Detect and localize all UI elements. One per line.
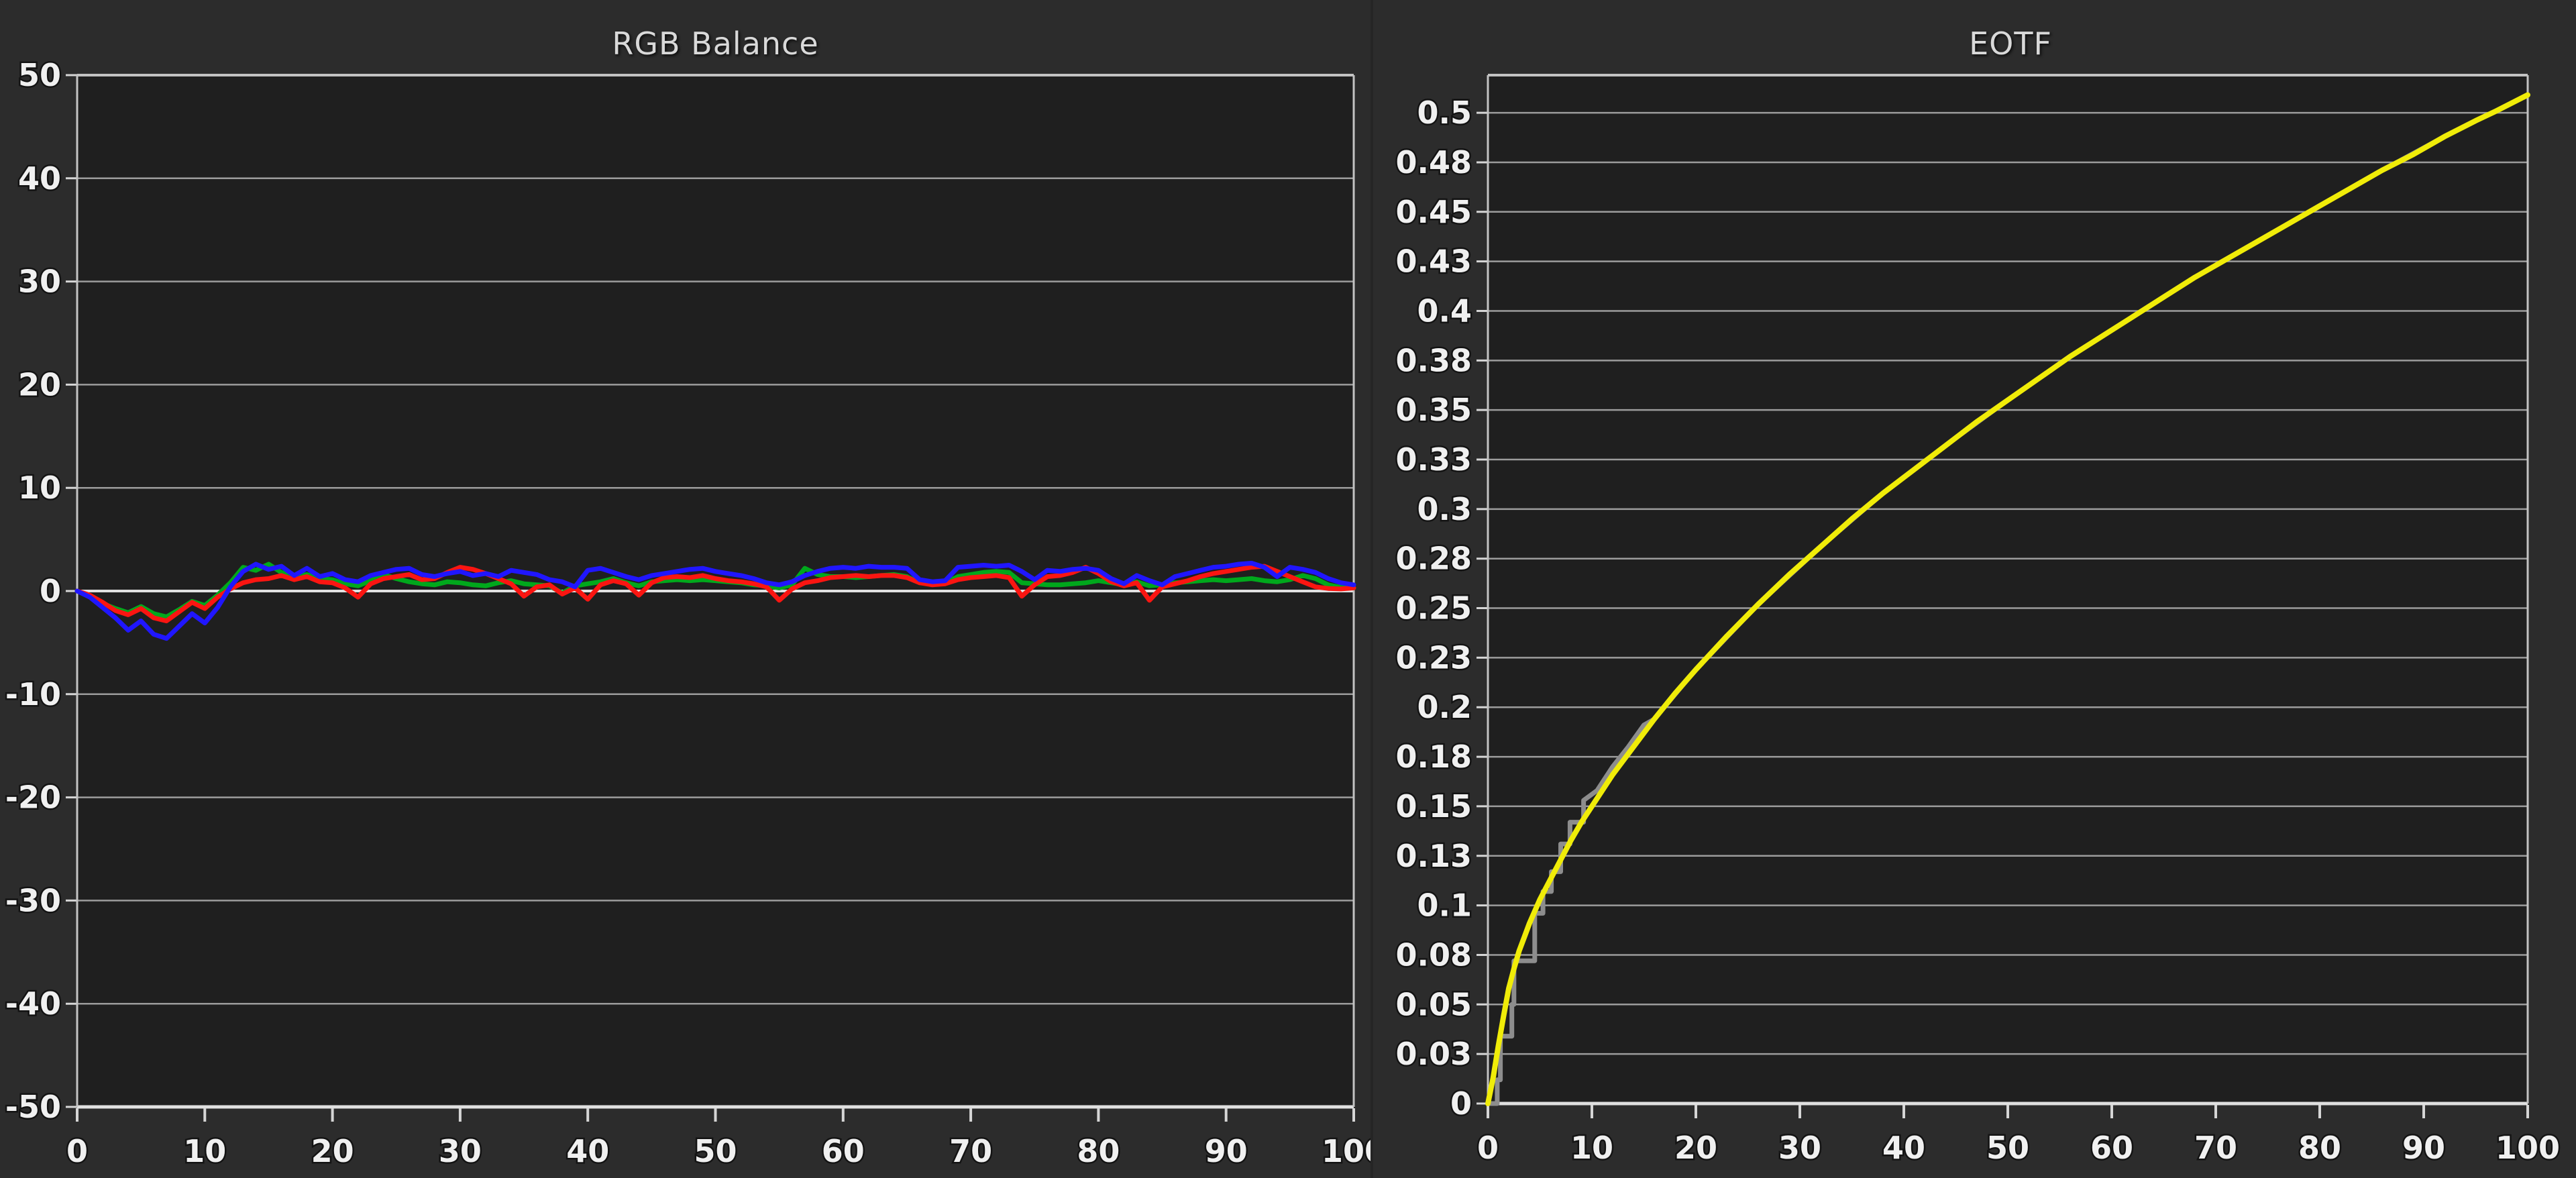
svg-text:0.08: 0.08 (1396, 936, 1472, 973)
svg-text:60: 60 (2090, 1130, 2133, 1166)
svg-text:30: 30 (439, 1133, 482, 1169)
svg-text:0.13: 0.13 (1396, 838, 1472, 874)
svg-text:20: 20 (1674, 1130, 1717, 1166)
svg-text:0: 0 (66, 1133, 88, 1169)
svg-text:50: 50 (18, 57, 61, 93)
svg-text:0.28: 0.28 (1396, 541, 1472, 577)
svg-text:0.03: 0.03 (1396, 1036, 1472, 1072)
svg-text:0: 0 (1477, 1130, 1499, 1166)
svg-text:0.05: 0.05 (1396, 986, 1472, 1022)
svg-text:80: 80 (2298, 1130, 2341, 1166)
svg-text:0.15: 0.15 (1396, 788, 1472, 824)
svg-text:20: 20 (311, 1133, 354, 1169)
svg-text:50: 50 (1986, 1130, 2029, 1166)
svg-text:0.1: 0.1 (1417, 888, 1472, 924)
svg-text:-20: -20 (5, 780, 61, 816)
svg-text:90: 90 (2402, 1130, 2445, 1166)
svg-text:70: 70 (2194, 1130, 2237, 1166)
svg-text:90: 90 (1205, 1133, 1248, 1169)
svg-text:70: 70 (949, 1133, 992, 1169)
svg-text:0.2: 0.2 (1417, 689, 1472, 725)
svg-text:80: 80 (1077, 1133, 1120, 1169)
svg-text:10: 10 (18, 470, 61, 506)
svg-text:0.25: 0.25 (1396, 590, 1472, 627)
rgb-balance-panel: RGB Balance 50403020100-10-20-30-40-5001… (0, 0, 1371, 1178)
svg-text:-10: -10 (5, 676, 61, 712)
eotf-panel: EOTF 0.50.480.450.430.40.380.350.330.30.… (1373, 0, 2576, 1178)
svg-text:60: 60 (822, 1133, 865, 1169)
svg-text:0.43: 0.43 (1396, 244, 1472, 280)
svg-text:0.4: 0.4 (1417, 292, 1472, 329)
svg-text:30: 30 (18, 264, 61, 300)
svg-text:0.5: 0.5 (1417, 95, 1472, 131)
svg-text:0.23: 0.23 (1396, 639, 1472, 676)
svg-text:0.18: 0.18 (1396, 739, 1472, 775)
svg-text:-50: -50 (5, 1089, 61, 1125)
svg-text:10: 10 (183, 1133, 226, 1169)
svg-text:-40: -40 (5, 985, 61, 1022)
svg-text:40: 40 (566, 1133, 609, 1169)
svg-text:40: 40 (18, 160, 61, 197)
svg-text:10: 10 (1570, 1130, 1613, 1166)
svg-text:0.33: 0.33 (1396, 441, 1472, 478)
svg-text:-30: -30 (5, 882, 61, 918)
svg-text:0.45: 0.45 (1396, 194, 1472, 230)
svg-text:0: 0 (1450, 1085, 1472, 1122)
svg-text:100: 100 (2496, 1130, 2560, 1166)
rgb-balance-chart: 50403020100-10-20-30-40-5001020304050607… (0, 0, 1371, 1178)
svg-text:0.38: 0.38 (1396, 342, 1472, 378)
svg-text:100: 100 (1322, 1133, 1371, 1169)
svg-text:0.48: 0.48 (1396, 144, 1472, 180)
eotf-chart: 0.5 0.48 0.45 0.43 0.4 0.38 0.35 0.33 0.3 0.28 0.2… (1373, 0, 2576, 1178)
svg-text:0: 0 (40, 573, 61, 609)
svg-text:20: 20 (18, 366, 61, 403)
svg-text:0.35: 0.35 (1396, 392, 1472, 428)
svg-text:0.3: 0.3 (1417, 491, 1472, 527)
svg-text:30: 30 (1778, 1130, 1821, 1166)
svg-text:40: 40 (1882, 1130, 1925, 1166)
svg-text:50: 50 (694, 1133, 737, 1169)
